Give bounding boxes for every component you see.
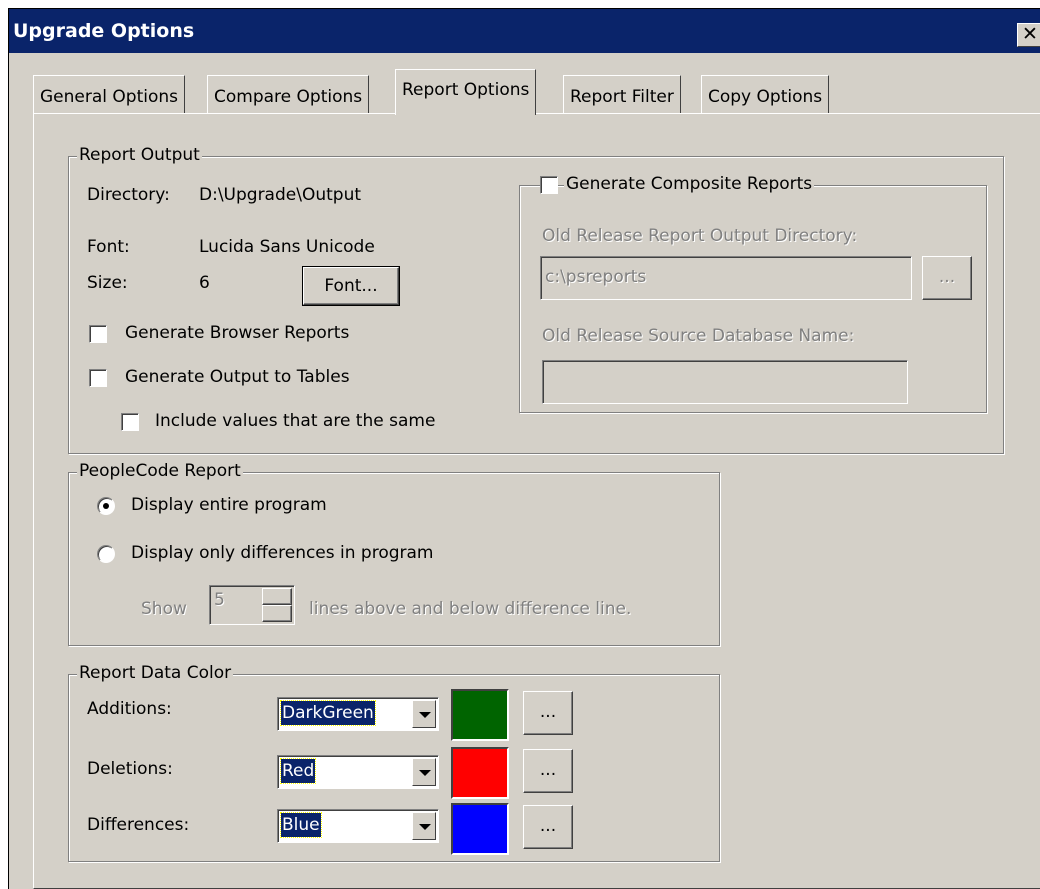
tab-label: Report Options	[402, 80, 530, 100]
deletions-color-value: Red	[279, 758, 317, 784]
composite-reports-legend: Generate Composite Reports	[564, 174, 815, 194]
composite-reports-checkbox[interactable]	[540, 176, 558, 194]
font-value: Lucida Sans Unicode	[199, 237, 375, 257]
composite-reports-group: Generate Composite Reports Old Release R…	[519, 174, 987, 413]
font-label: Font:	[87, 237, 130, 257]
include-same-label: Include values that are the same	[155, 411, 436, 431]
tab-panel: Report Output Directory: D:\Upgrade\Outp…	[33, 113, 1040, 889]
browser-reports-label: Generate Browser Reports	[125, 323, 350, 343]
show-lines-value: 5	[214, 590, 225, 610]
browser-reports-checkbox[interactable]	[89, 325, 107, 343]
tab-copy-options[interactable]: Copy Options	[701, 75, 830, 113]
deletions-swatch	[451, 747, 509, 799]
additions-swatch	[451, 689, 509, 741]
differences-color-value: Blue	[280, 812, 322, 838]
peoplecode-legend: PeopleCode Report	[77, 461, 243, 481]
size-label: Size:	[87, 273, 128, 293]
chevron-down-icon[interactable]	[412, 700, 436, 728]
old-dir-input[interactable]: c:\psreports	[540, 256, 912, 300]
directory-label: Directory:	[87, 185, 170, 205]
report-data-color-group: Report Data Color Additions: DarkGreen .…	[68, 663, 720, 862]
window-title: Upgrade Options	[13, 20, 195, 42]
show-lines-stepper[interactable]: 5	[209, 585, 295, 625]
size-value: 6	[199, 273, 210, 293]
tab-compare-options[interactable]: Compare Options	[207, 75, 370, 113]
additions-label: Additions:	[87, 699, 172, 719]
tab-label: Compare Options	[214, 87, 363, 107]
upgrade-options-dialog: Upgrade Options ✕ General Options Compar…	[8, 8, 1040, 889]
additions-browse-button[interactable]: ...	[523, 691, 573, 735]
report-output-group: Report Output Directory: D:\Upgrade\Outp…	[68, 145, 1004, 454]
show-label: Show	[141, 599, 187, 619]
directory-value: D:\Upgrade\Output	[199, 185, 362, 205]
display-diff-radio[interactable]	[97, 545, 115, 563]
differences-label: Differences:	[87, 815, 190, 835]
deletions-color-select[interactable]: Red	[277, 755, 439, 789]
font-button[interactable]: Font...	[302, 266, 400, 306]
title-bar: Upgrade Options ✕	[9, 9, 1040, 53]
peoplecode-report-group: PeopleCode Report Display entire program…	[68, 461, 720, 646]
tab-label: Report Filter	[570, 87, 674, 107]
tab-general-options[interactable]: General Options	[33, 75, 185, 113]
old-dir-label: Old Release Report Output Directory:	[542, 226, 858, 246]
report-output-legend: Report Output	[77, 145, 202, 165]
old-db-input[interactable]	[542, 360, 908, 404]
differences-browse-button[interactable]: ...	[523, 805, 573, 849]
show-suffix: lines above and below difference line.	[309, 599, 632, 619]
output-tables-checkbox[interactable]	[89, 369, 107, 387]
include-same-checkbox[interactable]	[121, 413, 139, 431]
close-icon[interactable]: ✕	[1017, 23, 1040, 47]
old-dir-value: c:\psreports	[545, 267, 647, 287]
chevron-down-icon[interactable]	[412, 758, 436, 786]
differences-color-select[interactable]: Blue	[277, 809, 439, 843]
tab-label: General Options	[40, 87, 178, 107]
output-tables-label: Generate Output to Tables	[125, 367, 350, 387]
differences-swatch	[451, 803, 509, 855]
display-entire-label: Display entire program	[131, 495, 327, 515]
stepper-down-icon[interactable]	[262, 605, 292, 622]
color-legend: Report Data Color	[77, 663, 234, 683]
display-entire-radio[interactable]	[97, 497, 115, 515]
deletions-browse-button[interactable]: ...	[523, 749, 573, 793]
stepper-up-icon[interactable]	[262, 588, 292, 605]
additions-color-select[interactable]: DarkGreen	[277, 697, 439, 731]
old-dir-browse-button[interactable]: ...	[922, 256, 972, 300]
deletions-label: Deletions:	[87, 759, 173, 779]
tab-report-filter[interactable]: Report Filter	[563, 75, 681, 113]
chevron-down-icon[interactable]	[412, 812, 436, 840]
additions-color-value: DarkGreen	[280, 700, 376, 726]
display-diff-label: Display only differences in program	[131, 543, 434, 563]
tab-report-options[interactable]: Report Options	[395, 69, 537, 115]
old-db-label: Old Release Source Database Name:	[542, 326, 855, 346]
tab-label: Copy Options	[708, 87, 823, 107]
